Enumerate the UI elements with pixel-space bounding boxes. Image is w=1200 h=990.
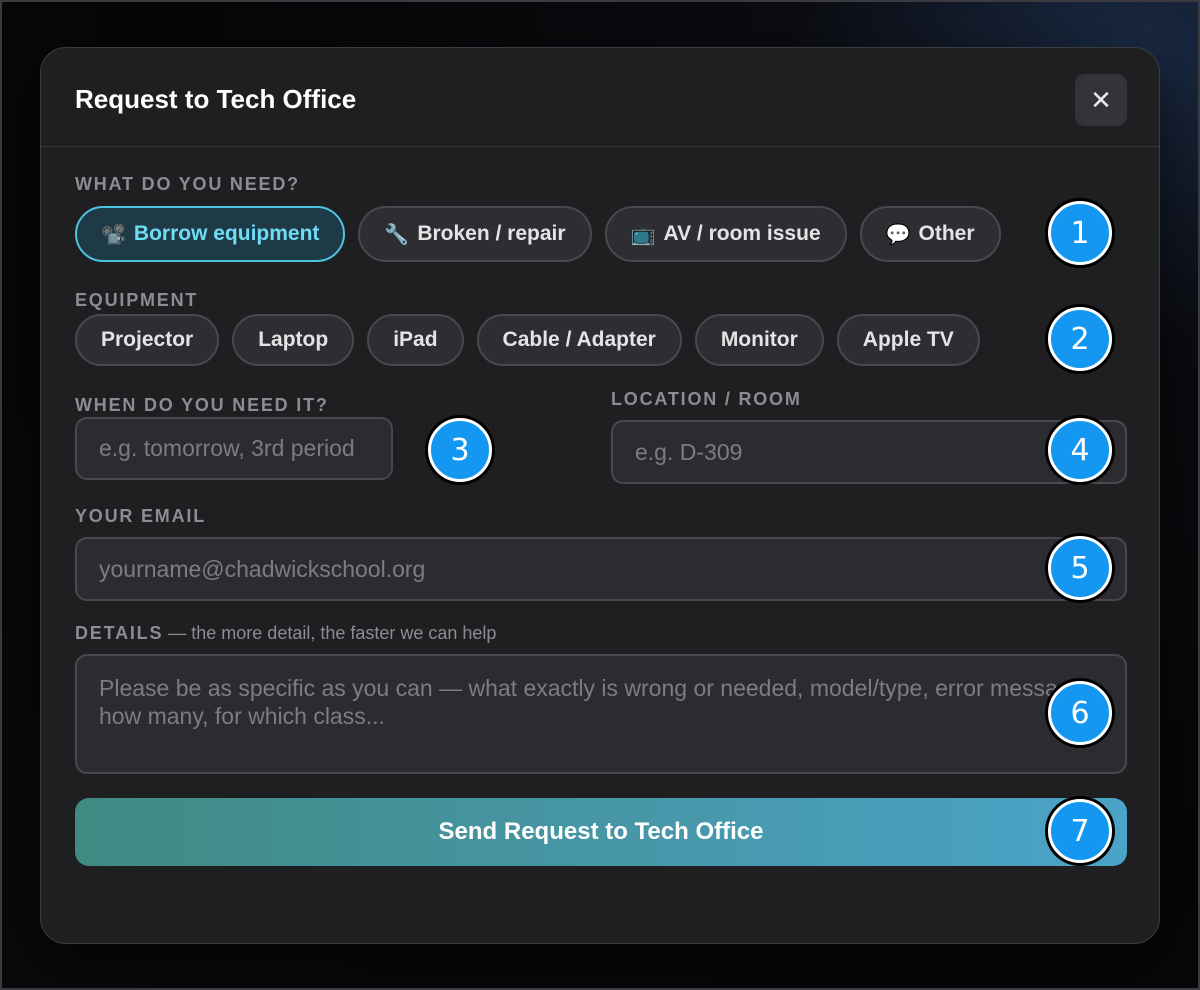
- need-option-other[interactable]: 💬 Other: [859, 206, 1001, 262]
- annotation-badge-3: 3: [428, 418, 492, 482]
- annotation-badge-2: 2: [1048, 307, 1112, 371]
- annotation-badge-1: 1: [1048, 201, 1112, 265]
- need-options: 📽️ Borrow equipment 🔧 Broken / repair 📺 …: [75, 206, 1001, 262]
- annotation-badge-7: 7: [1048, 799, 1112, 863]
- email-field[interactable]: yourname@chadwickschool.org: [75, 537, 1127, 601]
- when-label: WHEN DO YOU NEED IT?: [75, 395, 329, 415]
- equipment-option-monitor[interactable]: Monitor: [694, 314, 824, 366]
- tv-icon: 📺: [630, 223, 656, 246]
- location-label: LOCATION / ROOM: [611, 389, 802, 409]
- need-option-label: AV / room issue: [663, 222, 821, 245]
- equipment-option-projector[interactable]: Projector: [75, 314, 220, 366]
- when-input[interactable]: e.g. tomorrow, 3rd period: [75, 417, 393, 480]
- speech-bubble-icon: 💬: [885, 223, 911, 246]
- need-option-borrow-equipment[interactable]: 📽️ Borrow equipment: [75, 206, 346, 262]
- need-label: WHAT DO YOU NEED?: [75, 174, 300, 194]
- details-textarea[interactable]: Please be as specific as you can — what …: [75, 654, 1127, 774]
- close-icon: ✕: [1090, 84, 1112, 115]
- need-option-label: Broken / repair: [417, 222, 566, 245]
- annotation-badge-6: 6: [1048, 681, 1112, 745]
- need-option-label: Borrow equipment: [133, 222, 320, 245]
- equipment-label: EQUIPMENT: [75, 290, 199, 310]
- projector-icon: 📽️: [101, 223, 126, 246]
- equipment-option-ipad[interactable]: iPad: [367, 314, 464, 366]
- request-modal: Request to Tech Office ✕ WHAT DO YOU NEE…: [40, 47, 1160, 944]
- need-option-broken-repair[interactable]: 🔧 Broken / repair: [358, 206, 592, 262]
- details-label: DETAILS — the more detail, the faster we…: [75, 623, 496, 644]
- wrench-icon: 🔧: [384, 223, 410, 246]
- equipment-option-laptop[interactable]: Laptop: [232, 314, 355, 366]
- details-sublabel: — the more detail, the faster we can hel…: [163, 623, 497, 643]
- equipment-option-cable-adapter[interactable]: Cable / Adapter: [476, 314, 682, 366]
- need-option-label: Other: [918, 222, 975, 245]
- modal-header: Request to Tech Office ✕: [41, 48, 1159, 147]
- modal-title: Request to Tech Office: [75, 84, 357, 114]
- need-option-av-room-issue[interactable]: 📺 AV / room issue: [604, 206, 847, 262]
- equipment-options: Projector Laptop iPad Cable / Adapter Mo…: [75, 314, 980, 366]
- details-label-text: DETAILS: [75, 623, 164, 643]
- send-request-button[interactable]: Send Request to Tech Office: [75, 798, 1127, 866]
- email-label: YOUR EMAIL: [75, 506, 207, 526]
- equipment-option-apple-tv[interactable]: Apple TV: [836, 314, 980, 366]
- close-button[interactable]: ✕: [1075, 74, 1127, 126]
- annotation-badge-4: 4: [1048, 418, 1112, 482]
- annotation-badge-5: 5: [1048, 536, 1112, 600]
